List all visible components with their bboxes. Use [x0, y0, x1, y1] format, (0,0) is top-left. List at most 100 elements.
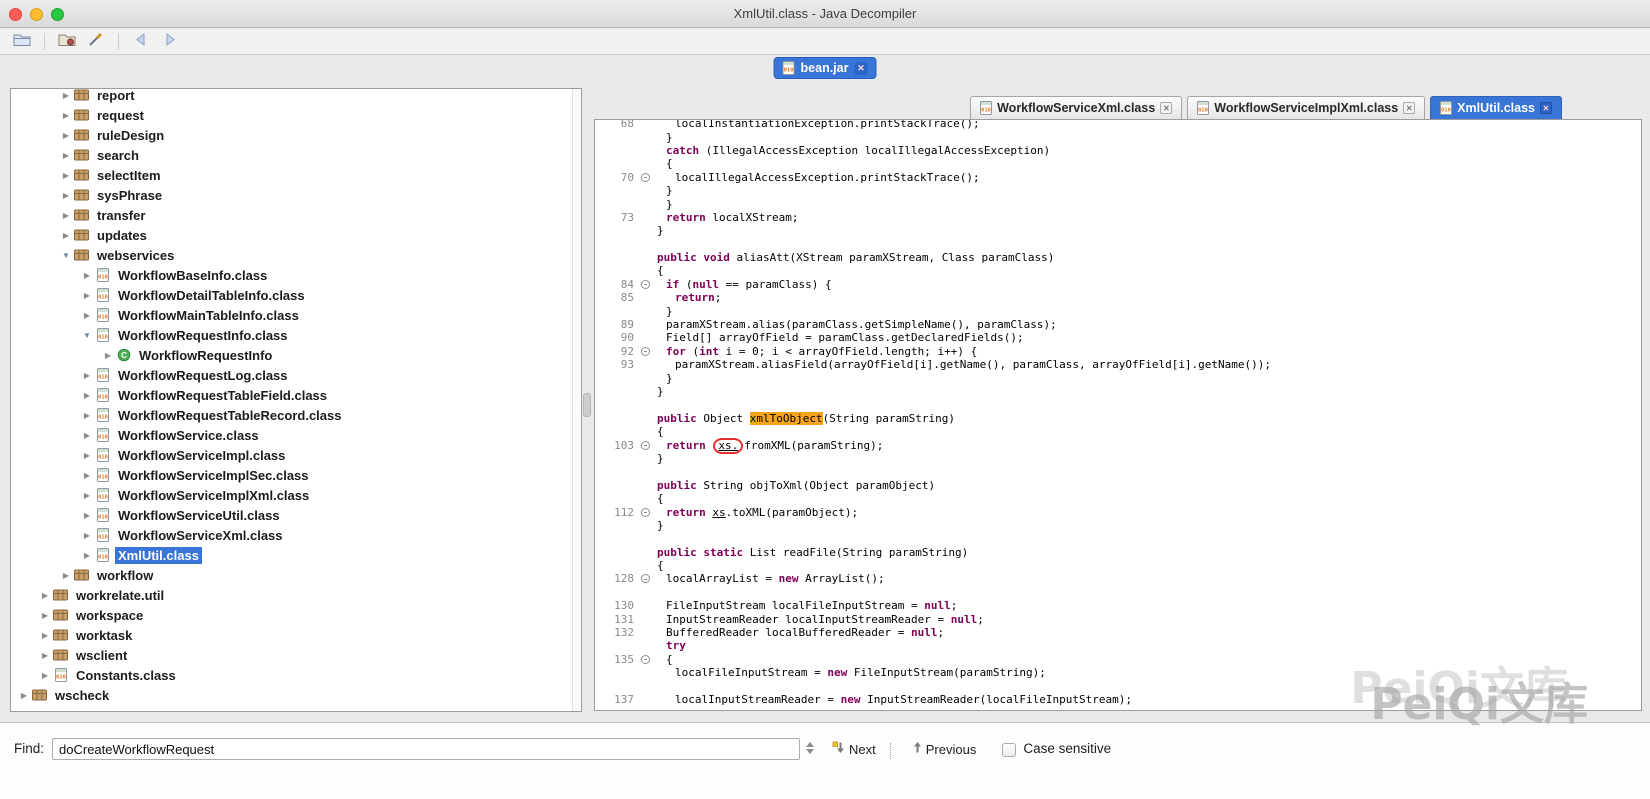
tree-item[interactable]: ▶workrelate.util — [11, 585, 581, 605]
tree-item[interactable]: ▶010WorkflowMainTableInfo.class — [11, 305, 581, 325]
fold-icon[interactable] — [637, 347, 653, 356]
tree-item[interactable]: ▶search — [11, 145, 581, 165]
tree-item[interactable]: ▶010WorkflowRequestTableRecord.class — [11, 405, 581, 425]
expand-arrow-icon[interactable]: ▶ — [80, 411, 94, 420]
close-tab-icon[interactable]: ✕ — [1403, 102, 1415, 114]
collapse-arrow-icon[interactable]: ▼ — [59, 251, 73, 260]
splitter-handle[interactable] — [583, 393, 591, 417]
open-file-button[interactable] — [10, 32, 34, 52]
expand-arrow-icon[interactable]: ▶ — [80, 531, 94, 540]
tree-item[interactable]: ▶request — [11, 105, 581, 125]
tree-item-label: WorkflowServiceImpl.class — [115, 447, 288, 464]
tree-item[interactable]: ▶010WorkflowServiceImplXml.class — [11, 485, 581, 505]
fold-icon[interactable] — [637, 508, 653, 517]
expand-arrow-icon[interactable]: ▶ — [38, 631, 52, 640]
tree-item[interactable]: ▶report — [11, 88, 581, 105]
expand-arrow-icon[interactable]: ▶ — [59, 91, 73, 100]
fold-icon[interactable] — [637, 173, 653, 182]
expand-arrow-icon[interactable]: ▶ — [59, 571, 73, 580]
expand-arrow-icon[interactable]: ▶ — [59, 111, 73, 120]
fold-icon[interactable] — [637, 280, 653, 289]
tree-item[interactable]: ▶010WorkflowDetailTableInfo.class — [11, 285, 581, 305]
close-tab-icon[interactable]: ✕ — [854, 62, 867, 75]
fold-icon[interactable] — [637, 574, 653, 583]
find-history-stepper[interactable] — [806, 742, 814, 754]
expand-arrow-icon[interactable]: ▶ — [38, 651, 52, 660]
editor-tab[interactable]: 010WorkflowServiceImplXml.class✕ — [1187, 96, 1425, 119]
tree-item[interactable]: ▶ruleDesign — [11, 125, 581, 145]
tree-item[interactable]: ▶010WorkflowRequestLog.class — [11, 365, 581, 385]
tree-item[interactable]: ▶workspace — [11, 605, 581, 625]
expand-arrow-icon[interactable]: ▶ — [59, 211, 73, 220]
stepper-up-icon[interactable] — [806, 742, 814, 747]
tree-item[interactable]: ▼010WorkflowRequestInfo.class — [11, 325, 581, 345]
close-tab-icon[interactable]: ✕ — [1540, 102, 1552, 114]
find-next-button[interactable]: Next — [832, 741, 876, 757]
collapse-region-icon[interactable] — [641, 280, 650, 289]
tree-item[interactable]: ▶worktask — [11, 625, 581, 645]
collapse-region-icon[interactable] — [641, 655, 650, 664]
expand-arrow-icon[interactable]: ▶ — [59, 171, 73, 180]
tree-item[interactable]: ▶010WorkflowBaseInfo.class — [11, 265, 581, 285]
expand-arrow-icon[interactable]: ▶ — [80, 511, 94, 520]
editor-tab[interactable]: 010WorkflowServiceXml.class✕ — [970, 96, 1182, 119]
tree-item[interactable]: ▶wscheck — [11, 685, 581, 705]
expand-arrow-icon[interactable]: ▶ — [80, 551, 94, 560]
tree-item[interactable]: ▶010WorkflowServiceImpl.class — [11, 445, 581, 465]
expand-arrow-icon[interactable]: ▶ — [80, 291, 94, 300]
tree-item[interactable]: ▶updates — [11, 225, 581, 245]
find-previous-button[interactable]: Previous — [909, 741, 977, 757]
collapse-arrow-icon[interactable]: ▼ — [80, 331, 94, 340]
tree-item[interactable]: ▶CWorkflowRequestInfo — [11, 345, 581, 365]
editor-tab[interactable]: 010XmlUtil.class✕ — [1430, 96, 1562, 119]
expand-arrow-icon[interactable]: ▶ — [17, 691, 31, 700]
tree-item[interactable]: ▶010WorkflowRequestTableField.class — [11, 385, 581, 405]
expand-arrow-icon[interactable]: ▶ — [80, 431, 94, 440]
tree-item[interactable]: ▶010WorkflowServiceUtil.class — [11, 505, 581, 525]
tree-item[interactable]: ▶010WorkflowServiceXml.class — [11, 525, 581, 545]
tree-item[interactable]: ▼webservices — [11, 245, 581, 265]
expand-arrow-icon[interactable]: ▶ — [38, 671, 52, 680]
tree-item[interactable]: ▶selectItem — [11, 165, 581, 185]
collapse-region-icon[interactable] — [641, 508, 650, 517]
forward-button[interactable] — [158, 32, 182, 52]
tree-item[interactable]: ▶010WorkflowService.class — [11, 425, 581, 445]
tree-item[interactable]: ▶transfer — [11, 205, 581, 225]
tree-item[interactable]: ▶workflow — [11, 565, 581, 585]
back-button[interactable] — [129, 32, 153, 52]
expand-arrow-icon[interactable]: ▶ — [80, 391, 94, 400]
collapse-region-icon[interactable] — [641, 441, 650, 450]
expand-arrow-icon[interactable]: ▶ — [101, 351, 115, 360]
expand-arrow-icon[interactable]: ▶ — [38, 611, 52, 620]
expand-arrow-icon[interactable]: ▶ — [80, 371, 94, 380]
expand-arrow-icon[interactable]: ▶ — [80, 451, 94, 460]
expand-arrow-icon[interactable]: ▶ — [59, 231, 73, 240]
search-button[interactable] — [84, 32, 108, 52]
collapse-region-icon[interactable] — [641, 574, 650, 583]
stepper-down-icon[interactable] — [806, 749, 814, 754]
fold-icon[interactable] — [637, 441, 653, 450]
tree-item[interactable]: ▶010Constants.class — [11, 665, 581, 685]
expand-arrow-icon[interactable]: ▶ — [80, 471, 94, 480]
collapse-region-icon[interactable] — [641, 347, 650, 356]
case-sensitive-checkbox[interactable] — [1002, 743, 1016, 757]
expand-arrow-icon[interactable]: ▶ — [80, 271, 94, 280]
tree-item[interactable]: ▶010WorkflowServiceImplSec.class — [11, 465, 581, 485]
code-lines[interactable]: 68localInstantiationException.printStack… — [595, 119, 1641, 706]
open-type-button[interactable] — [55, 32, 79, 52]
expand-arrow-icon[interactable]: ▶ — [59, 131, 73, 140]
expand-arrow-icon[interactable]: ▶ — [80, 491, 94, 500]
close-tab-icon[interactable]: ✕ — [1160, 102, 1172, 114]
expand-arrow-icon[interactable]: ▶ — [80, 311, 94, 320]
expand-arrow-icon[interactable]: ▶ — [38, 591, 52, 600]
collapse-region-icon[interactable] — [641, 173, 650, 182]
tree-item[interactable]: ▶010XmlUtil.class — [11, 545, 581, 565]
tree-item[interactable]: ▶sysPhrase — [11, 185, 581, 205]
tab-bean-jar[interactable]: 010 bean.jar ✕ — [774, 57, 877, 79]
fold-icon[interactable] — [637, 655, 653, 664]
tree-item[interactable]: ▶wsclient — [11, 645, 581, 665]
expand-arrow-icon[interactable]: ▶ — [59, 191, 73, 200]
find-input[interactable] — [52, 738, 800, 760]
expand-arrow-icon[interactable]: ▶ — [59, 151, 73, 160]
tree-scrollbar[interactable] — [572, 89, 581, 711]
